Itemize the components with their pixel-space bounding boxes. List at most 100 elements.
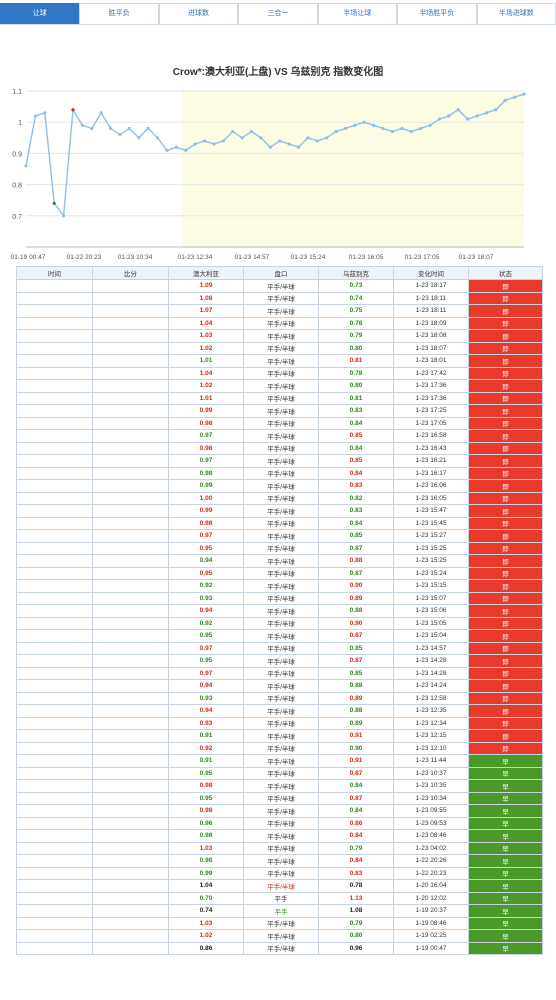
handicap-cell: 平手/半球 — [243, 454, 319, 468]
time-cell — [16, 291, 93, 305]
table-row: 1.03 平手/半球 0.79 1-23 18:08 即 — [16, 329, 543, 343]
change-time-cell: 1-23 10:35 — [393, 779, 469, 793]
x-tick-label: 01-23 15:24 — [291, 254, 326, 261]
table-row: 1.09 平手/半球 0.73 1-23 18:17 即 — [16, 279, 543, 293]
data-point — [165, 148, 169, 152]
away-odds-cell: 0.74 — [318, 291, 394, 305]
tab-3[interactable]: 三合一 — [238, 3, 318, 24]
time-cell — [16, 341, 93, 355]
home-odds-cell: 0.98 — [168, 804, 244, 818]
away-odds-cell: 0.75 — [318, 304, 394, 318]
away-odds-cell: 0.73 — [318, 279, 394, 293]
away-odds-cell: 0.85 — [318, 454, 394, 468]
home-odds-cell: 0.91 — [168, 754, 244, 768]
time-cell — [16, 779, 93, 793]
table-row: 0.91 平手/半球 0.91 1-23 11:44 早 — [16, 754, 543, 768]
tab-4[interactable]: 半场让球 — [317, 3, 398, 24]
x-tick-label: 01-23 17:05 — [405, 254, 440, 261]
status-cell: 即 — [468, 454, 543, 468]
score-cell — [92, 441, 169, 455]
handicap-cell: 平手/半球 — [243, 791, 319, 805]
score-cell — [92, 916, 169, 930]
y-tick-label: 1 — [18, 120, 22, 127]
status-cell: 即 — [468, 316, 543, 330]
handicap-cell: 平手/半球 — [243, 529, 319, 543]
change-time-cell: 1-19 20:37 — [393, 904, 469, 918]
score-cell — [92, 641, 169, 655]
change-time-cell: 1-23 10:34 — [393, 791, 469, 805]
home-odds-cell: 0.95 — [168, 654, 244, 668]
time-cell — [16, 816, 93, 830]
time-cell — [16, 916, 93, 930]
status-cell: 即 — [468, 716, 543, 730]
score-cell — [92, 416, 169, 430]
score-cell — [92, 366, 169, 380]
away-odds-cell: 0.84 — [318, 466, 394, 480]
change-time-cell: 1-23 12:34 — [393, 716, 469, 730]
time-cell — [16, 829, 93, 843]
odds-chart: Crow*:澳大利亚(上盘) VS 乌兹别克 指数变化图 0.7 0.8 0.9 1 1… — [0, 25, 556, 265]
score-cell — [92, 516, 169, 530]
score-cell — [92, 779, 169, 793]
status-cell: 即 — [468, 629, 543, 643]
tab-6[interactable]: 半场进球数 — [476, 3, 556, 24]
table-row: 0.92 平手/半球 0.90 1-23 12:10 即 — [16, 741, 543, 755]
time-cell — [16, 366, 93, 380]
table-row: 0.99 平手/半球 0.83 1-23 16:06 即 — [16, 479, 543, 493]
data-point — [184, 148, 188, 152]
handicap-cell: 平手/半球 — [243, 591, 319, 605]
time-cell — [16, 679, 93, 693]
table-row: 1.01 平手/半球 0.81 1-23 17:36 即 — [16, 391, 543, 405]
status-cell: 即 — [468, 304, 543, 318]
home-odds-cell: 0.93 — [168, 716, 244, 730]
tab-5[interactable]: 半场胜平负 — [397, 3, 477, 24]
tab-1[interactable]: 胜平负 — [79, 3, 159, 24]
time-cell — [16, 441, 93, 455]
status-cell: 即 — [468, 516, 543, 530]
status-cell: 即 — [468, 329, 543, 343]
status-cell: 早 — [468, 891, 543, 905]
tab-2[interactable]: 进球数 — [158, 3, 239, 24]
table-row: 0.93 平手/半球 0.89 1-23 12:34 即 — [16, 716, 543, 730]
change-time-cell: 1-23 15:24 — [393, 566, 469, 580]
away-odds-cell: 0.87 — [318, 629, 394, 643]
time-cell — [16, 304, 93, 318]
data-point — [249, 129, 254, 134]
change-time-cell: 1-23 14:24 — [393, 679, 469, 693]
table-row: 0.95 平手/半球 0.87 1-23 10:34 早 — [16, 791, 543, 805]
time-cell — [16, 629, 93, 643]
home-odds-cell: 0.70 — [168, 891, 244, 905]
away-odds-cell: 0.80 — [318, 929, 394, 943]
table-row: 0.74 平手 1.08 1-19 20:37 早 — [16, 904, 543, 918]
data-point — [71, 108, 75, 112]
away-odds-cell: 0.91 — [318, 754, 394, 768]
score-cell — [92, 454, 169, 468]
home-odds-cell: 0.98 — [168, 854, 244, 868]
table-row: 1.04 平手/半球 0.78 1-23 18:09 即 — [16, 316, 543, 330]
time-cell — [16, 741, 93, 755]
time-cell — [16, 904, 93, 918]
home-odds-cell: 0.94 — [168, 554, 244, 568]
score-cell — [92, 279, 169, 293]
score-cell — [92, 529, 169, 543]
time-cell — [16, 866, 93, 880]
handicap-cell: 平手/半球 — [243, 479, 319, 493]
score-cell — [92, 541, 169, 555]
away-odds-cell: 0.96 — [318, 941, 394, 955]
change-time-cell: 1-23 15:25 — [393, 554, 469, 568]
time-cell — [16, 454, 93, 468]
y-tick-label: 0.7 — [12, 214, 22, 221]
score-cell — [92, 504, 169, 518]
tab-0[interactable]: 让球 — [0, 3, 80, 24]
home-odds-cell: 0.97 — [168, 666, 244, 680]
change-time-cell: 1-23 15:47 — [393, 504, 469, 518]
status-cell: 即 — [468, 741, 543, 755]
home-odds-cell: 1.03 — [168, 329, 244, 343]
status-cell: 即 — [468, 491, 543, 505]
handicap-cell: 平手/半球 — [243, 804, 319, 818]
away-odds-cell: 0.83 — [318, 479, 394, 493]
away-odds-cell: 0.88 — [318, 704, 394, 718]
home-odds-cell: 1.04 — [168, 366, 244, 380]
data-point — [268, 145, 272, 149]
away-odds-cell: 0.80 — [318, 379, 394, 393]
